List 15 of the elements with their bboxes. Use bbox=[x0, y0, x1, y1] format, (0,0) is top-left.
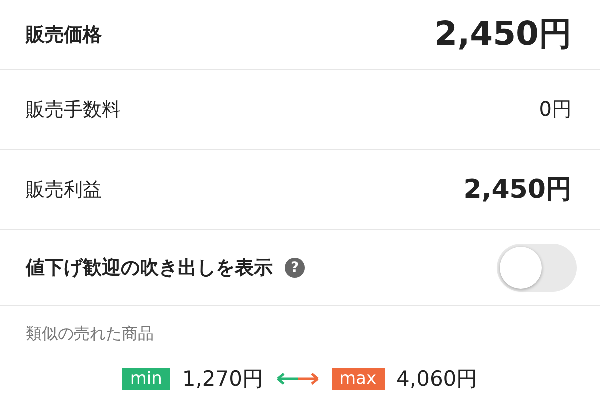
max-tag: max bbox=[332, 368, 385, 390]
row-value: 2,450円 bbox=[464, 174, 572, 207]
min-tag: min bbox=[122, 368, 170, 390]
toggle-switch[interactable] bbox=[497, 244, 577, 292]
double-arrow-icon bbox=[276, 371, 320, 387]
row-value: 2,450円 bbox=[434, 13, 572, 55]
row-label: 販売利益 bbox=[26, 178, 102, 202]
row-label: 販売手数料 bbox=[26, 98, 121, 122]
max-price: 4,060円 bbox=[396, 366, 478, 393]
row-value: 0円 bbox=[539, 96, 572, 123]
toggle-label: 値下げ歓迎の吹き出しを表示 bbox=[26, 256, 273, 280]
min-price: 1,270円 bbox=[182, 366, 264, 393]
section-title: 類似の売れた商品 bbox=[25, 323, 155, 345]
help-icon[interactable]: ? bbox=[285, 258, 305, 278]
row-label: 販売価格 bbox=[26, 22, 102, 48]
